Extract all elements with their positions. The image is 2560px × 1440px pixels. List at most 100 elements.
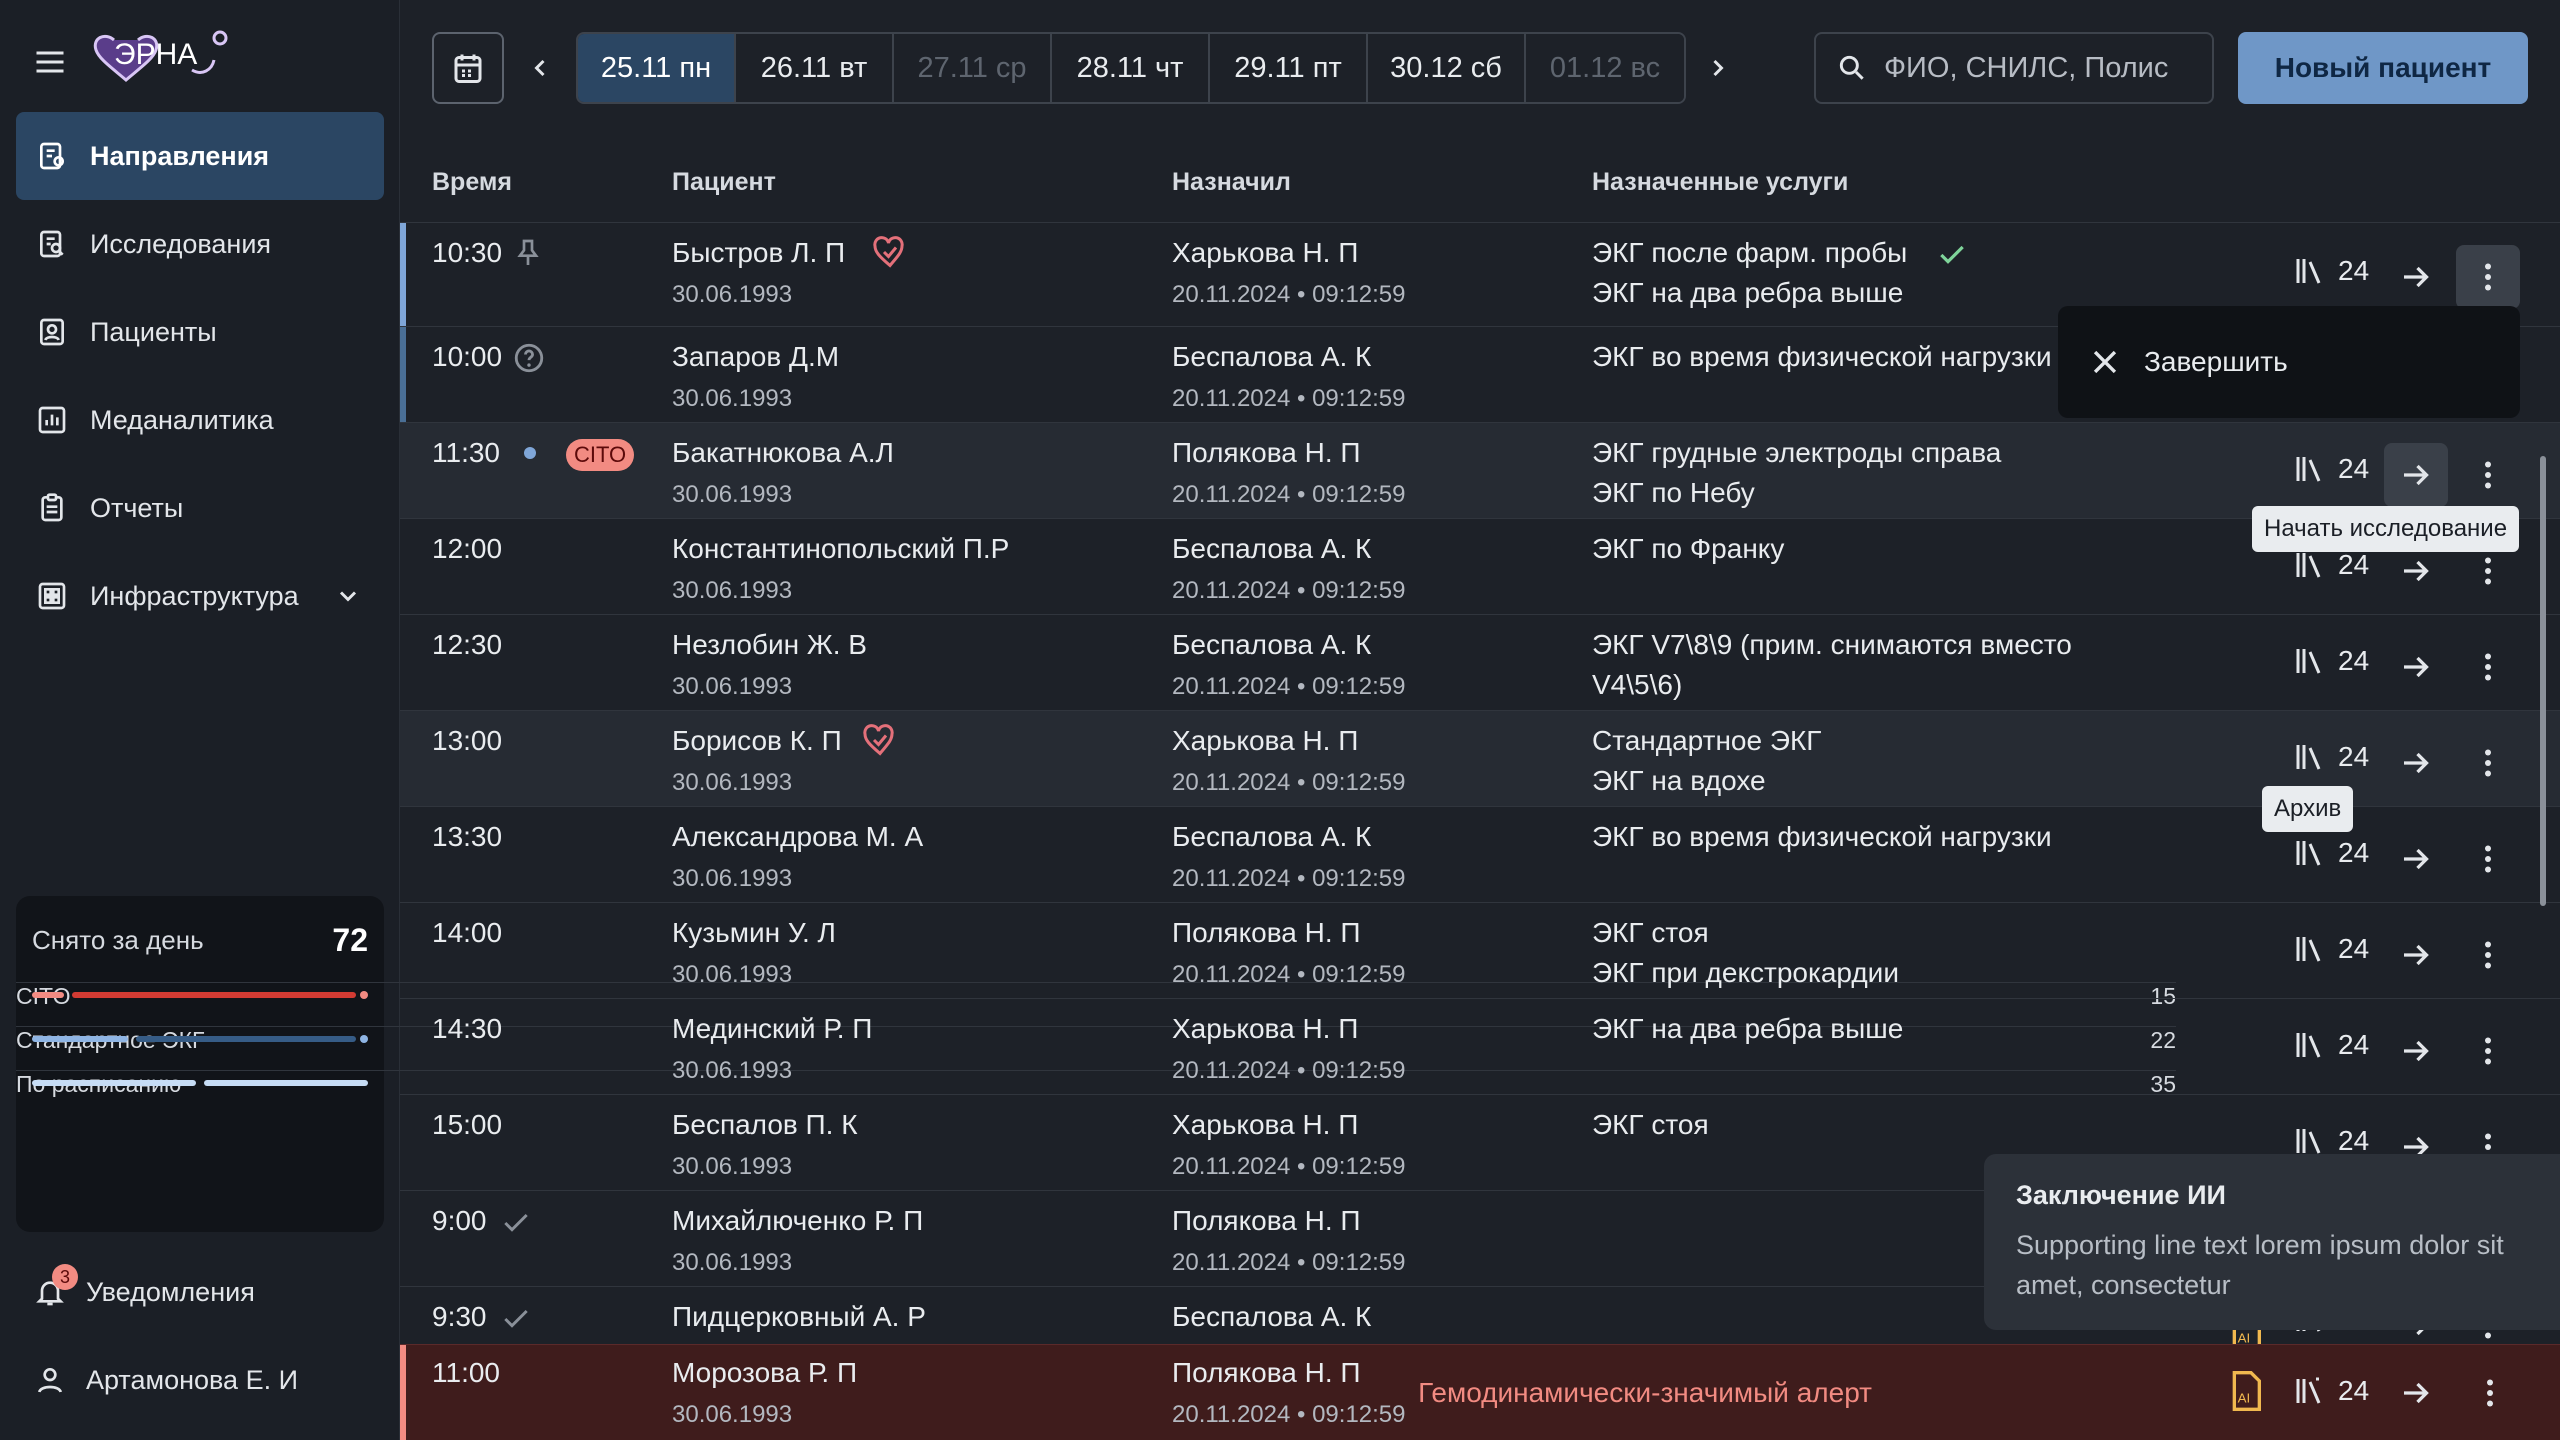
assigned-date: 20.11.2024 • 09:12:59 [1172, 281, 1406, 308]
table-row[interactable]: 13:30 Александрова М. А 30.06.1993 Беспалов… [400, 806, 2560, 902]
sidebar-item-patients[interactable]: Пациенты [16, 288, 384, 376]
search-field[interactable] [1814, 32, 2214, 104]
archive-counter[interactable]: 24 [2292, 739, 2369, 775]
table-row[interactable]: 12:00 Константинопольский П.Р 30.06.1993 Бе… [400, 518, 2560, 614]
archive-count: 24 [2338, 837, 2370, 868]
finish-menu-item[interactable]: Завершить [2144, 346, 2288, 378]
table-row[interactable]: 13:00 Борисов К. П 30.06.1993 Харькова Н. П… [400, 710, 2560, 806]
start-research-button[interactable] [2384, 923, 2448, 987]
row-time: 9:00 [432, 1205, 487, 1236]
archive-counter[interactable]: 24 [2292, 451, 2369, 487]
progress-bar [32, 1070, 368, 1094]
check-icon [500, 1207, 532, 1239]
table-row[interactable]: 12:30 Незлобин Ж. В 30.06.1993 Беспалова А.… [400, 614, 2560, 710]
sidebar-item-research[interactable]: Исследования [16, 200, 384, 288]
start-research-button[interactable] [2384, 443, 2448, 507]
table-row[interactable]: 14:00 Кузьмин У. Л 30.06.1993 Полякова Н. П… [400, 902, 2560, 998]
menu-icon[interactable] [32, 44, 68, 80]
more-vert-icon[interactable] [2472, 1375, 2508, 1411]
service-line: ЭКГ стоя [1592, 1109, 1709, 1140]
sidebar-item-analytics[interactable]: Меданалитика [16, 376, 384, 464]
archive-counter[interactable]: 24 [2292, 643, 2369, 679]
prev-week-button[interactable] [520, 48, 560, 88]
service-line: ЭКГ на вдохе [1592, 765, 1766, 796]
main-content: 25.11 пн 26.11 вт 27.11 ср 28.11 чт 29.1… [400, 0, 2560, 1440]
patient-name[interactable]: Кузьмин У. Л [672, 917, 836, 949]
archive-counter[interactable]: 24 [2292, 547, 2369, 583]
patient-name[interactable]: Борисов К. П [672, 725, 842, 757]
row-time: 9:30 [432, 1301, 487, 1332]
table-row[interactable]: 11:30 CITO Бакатнюкова А.Л 30.06.1993 Поляко… [400, 422, 2560, 518]
bell-icon: 3 [34, 1264, 78, 1308]
chevron-left-icon [534, 59, 545, 77]
start-research-button[interactable] [2384, 635, 2448, 699]
patient-name[interactable]: Быстров Л. П [672, 237, 845, 269]
date-tab[interactable]: 28.11 чт [1052, 34, 1210, 102]
sidebar-item-referrals[interactable]: Направления [16, 112, 384, 200]
archive-counter[interactable]: 24 [2292, 1027, 2369, 1063]
sidebar-item-infrastructure[interactable]: Инфраструктура [16, 552, 384, 640]
patient-name[interactable]: Запаров Д.М [672, 341, 839, 373]
column-header-time: Время [432, 168, 512, 196]
patient-name[interactable]: Незлобин Ж. В [672, 629, 867, 661]
check-icon [1936, 239, 1968, 271]
more-actions-button[interactable] [2456, 731, 2520, 795]
user-profile[interactable]: Артамонова Е. И [16, 1336, 384, 1424]
archive-counter[interactable]: 24 [2292, 253, 2369, 289]
arrow-right-icon[interactable] [2398, 1375, 2434, 1411]
help-icon[interactable] [512, 341, 546, 375]
more-actions-button[interactable] [2456, 635, 2520, 699]
service-line: ЭКГ на два ребра выше [1592, 1013, 1904, 1044]
doctor-name: Харькова Н. П [1172, 1109, 1359, 1140]
archive-counter[interactable]: 24 [2292, 835, 2369, 871]
more-actions-button[interactable] [2456, 923, 2520, 987]
start-research-button[interactable] [2384, 731, 2448, 795]
new-patient-button[interactable]: Новый пациент [2238, 32, 2528, 104]
sidebar-item-reports[interactable]: Отчеты [16, 464, 384, 552]
archive-counter[interactable]: 24 [2292, 931, 2369, 967]
patient-name[interactable]: Александрова М. А [672, 821, 923, 853]
svg-text:ЭРНА: ЭРНА [114, 38, 197, 71]
date-tab[interactable]: 30.12 сб [1368, 34, 1526, 102]
more-actions-button[interactable] [2456, 443, 2520, 507]
pin-icon[interactable] [512, 237, 544, 269]
archive-count: 24 [2338, 933, 2370, 964]
patient-name[interactable]: Беспалов П. К [672, 1109, 858, 1141]
archive-counter[interactable]: 24 [2292, 1373, 2369, 1409]
start-research-button[interactable] [2384, 1019, 2448, 1083]
tooltip-archive: Архив [2262, 786, 2354, 832]
date-tab[interactable]: 29.11 пт [1210, 34, 1368, 102]
patient-name[interactable]: Мединский Р. П [672, 1013, 872, 1045]
date-tab[interactable]: 26.11 вт [736, 34, 894, 102]
archive-count: 24 [2338, 453, 2370, 484]
doctor-name: Харькова Н. П [1172, 725, 1359, 756]
calendar-button[interactable] [432, 32, 504, 104]
patient-name[interactable]: Морозова Р. П [672, 1357, 857, 1389]
start-research-button[interactable] [2384, 827, 2448, 891]
search-input[interactable] [1884, 51, 2204, 85]
row-context-menu: Завершить [2058, 306, 2520, 418]
patient-name[interactable]: Бакатнюкова А.Л [672, 437, 894, 469]
row-time: 12:00 [432, 533, 503, 564]
next-week-button[interactable] [1698, 48, 1738, 88]
alert-row[interactable]: 11:00 Морозова Р. П 30.06.1993 Полякова … [400, 1344, 2560, 1440]
scrollbar[interactable] [2540, 456, 2546, 906]
date-tab[interactable]: 25.11 пн [578, 34, 736, 102]
more-actions-button[interactable] [2456, 1019, 2520, 1083]
patient-name[interactable]: Пидцерковный А. Р [672, 1301, 926, 1333]
ai-report-icon[interactable]: AI [2226, 1369, 2266, 1413]
chevron-down-icon[interactable] [334, 582, 362, 610]
notifications-label: Уведомления [86, 1276, 255, 1307]
start-research-button[interactable] [2384, 245, 2448, 309]
notifications-item[interactable]: 3 Уведомления [16, 1248, 384, 1336]
patient-name[interactable]: Михайлюченко Р. П [672, 1205, 923, 1237]
ai-conclusion-card: Заключение ИИ Supporting line text lorem… [1984, 1154, 2560, 1330]
more-actions-button[interactable] [2456, 827, 2520, 891]
patient-dob: 30.06.1993 [672, 385, 793, 412]
patient-name[interactable]: Константинопольский П.Р [672, 533, 1009, 565]
column-header-patient: Пациент [672, 168, 776, 196]
table-row[interactable]: 14:30 Мединский Р. П 30.06.1993 Харькова Н.… [400, 998, 2560, 1094]
daily-stats-panel: Снято за день 72 CITO15 Стандартное ЭКГ2… [16, 896, 2176, 1232]
check-icon [500, 1303, 532, 1335]
more-actions-button[interactable] [2456, 245, 2520, 309]
